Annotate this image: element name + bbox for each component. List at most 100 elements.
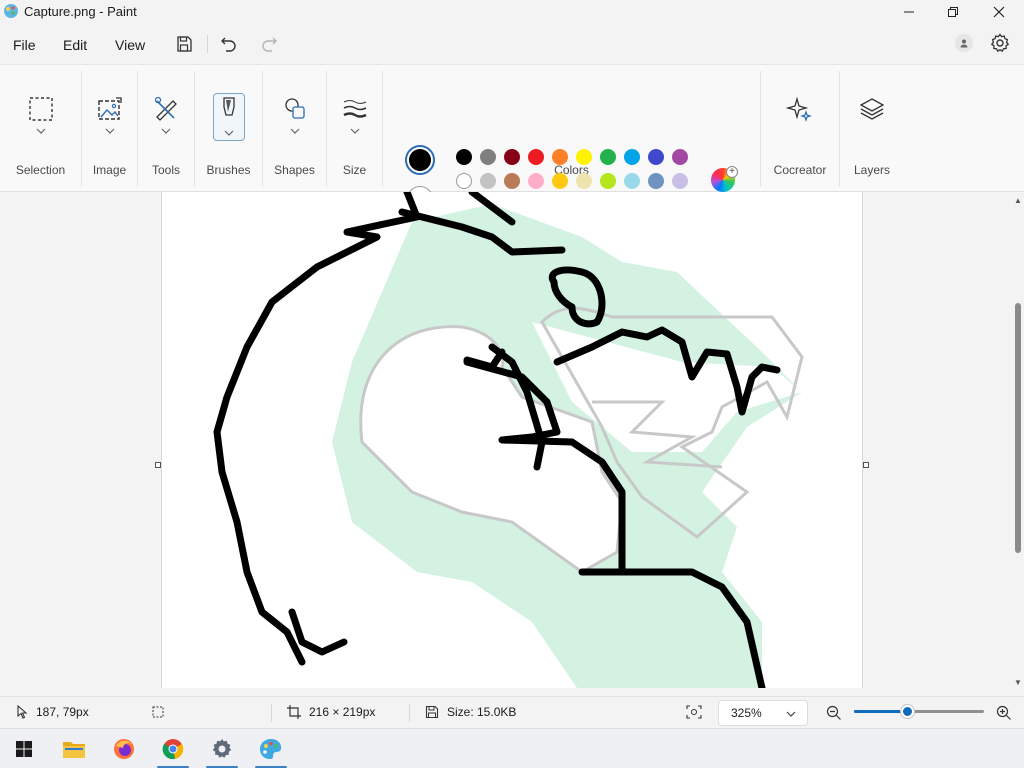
primary-color-button[interactable] — [405, 145, 435, 175]
paint-app-button[interactable] — [251, 733, 291, 768]
minimize-button[interactable] — [886, 0, 932, 24]
menu-edit[interactable]: Edit — [63, 37, 87, 53]
fit-to-window-icon — [686, 705, 702, 719]
cocreator-label: Cocreator — [773, 163, 827, 177]
color-swatch[interactable] — [504, 149, 520, 165]
cursor-position-text: 187, 79px — [36, 705, 89, 719]
status-bar: 187, 79px 216 × 219px Size: 15.0KB 325% — [0, 696, 1024, 728]
windows-logo-icon — [16, 741, 32, 757]
selection-group[interactable]: Selection — [0, 65, 81, 193]
redo-icon — [262, 37, 277, 52]
folder-icon — [63, 742, 85, 758]
menu-view[interactable]: View — [115, 37, 145, 53]
chevron-down-icon — [36, 128, 45, 134]
tools-group[interactable]: Tools — [138, 65, 194, 193]
canvas-size-icon — [287, 705, 301, 719]
cocreator-group[interactable]: Cocreator — [761, 65, 839, 193]
save-icon — [177, 36, 192, 52]
color-swatch[interactable] — [576, 149, 592, 165]
color-swatch[interactable] — [672, 149, 688, 165]
color-swatch[interactable] — [600, 173, 616, 189]
color-swatch[interactable] — [648, 149, 664, 165]
undo-icon — [221, 37, 236, 52]
file-explorer-button[interactable] — [54, 733, 94, 765]
chrome-button[interactable] — [153, 733, 193, 768]
canvas-size-text: 216 × 219px — [309, 705, 376, 719]
stroke-size-icon — [342, 100, 367, 118]
add-color-icon: + — [726, 166, 738, 178]
shapes-icon — [284, 98, 305, 119]
brush-icon — [222, 97, 235, 116]
window-title: Capture.png - Paint — [24, 4, 137, 19]
settings-app-button[interactable] — [202, 733, 242, 768]
chevron-down-icon — [161, 128, 171, 134]
selection-rectangle-icon — [28, 97, 53, 121]
color-swatch[interactable] — [624, 173, 640, 189]
zoom-slider-thumb[interactable] — [901, 705, 915, 718]
color-swatch[interactable] — [672, 173, 688, 189]
gear-icon — [212, 739, 232, 758]
chevron-down-icon — [290, 128, 299, 134]
menu-divider — [207, 35, 208, 53]
canvas-image — [213, 192, 804, 688]
paint-palette-icon — [260, 739, 282, 759]
color-swatch[interactable] — [456, 149, 472, 165]
canvas-size-status: 216 × 219px — [287, 705, 375, 719]
color-swatch[interactable] — [600, 149, 616, 165]
undo-button[interactable] — [218, 33, 240, 55]
shapes-label: Shapes — [274, 163, 315, 177]
layers-group[interactable]: Layers — [840, 65, 904, 193]
firefox-button[interactable] — [104, 733, 144, 765]
brushes-label: Brushes — [206, 163, 251, 177]
selection-size-status — [151, 705, 165, 719]
color-swatch[interactable] — [576, 173, 592, 189]
primary-color-swatch — [409, 149, 431, 171]
colors-group: Colors — [383, 65, 760, 193]
color-swatch[interactable] — [528, 173, 544, 189]
resize-handle-right[interactable] — [863, 462, 869, 468]
color-swatch[interactable] — [504, 173, 520, 189]
status-divider — [271, 704, 272, 722]
save-button[interactable] — [173, 33, 195, 55]
chevron-down-icon — [786, 711, 796, 717]
file-size-status: Size: 15.0KB — [425, 705, 516, 719]
image-group[interactable]: Image — [82, 65, 137, 193]
tools-label: Tools — [151, 163, 180, 177]
vertical-scrollbar-thumb[interactable] — [1015, 303, 1021, 553]
paint-app-icon — [4, 4, 18, 18]
close-icon — [993, 6, 1005, 18]
color-swatch[interactable] — [624, 149, 640, 165]
menu-file[interactable]: File — [13, 37, 36, 53]
color-swatch[interactable] — [552, 149, 568, 165]
brushes-group[interactable]: Brushes — [195, 65, 262, 193]
resize-handle-left[interactable] — [155, 462, 161, 468]
chevron-down-icon — [105, 128, 114, 134]
image-label: Image — [92, 163, 127, 177]
color-swatch[interactable] — [480, 149, 496, 165]
fit-to-window-button[interactable] — [686, 705, 702, 719]
color-swatch[interactable] — [648, 173, 664, 189]
menu-bar: File Edit View — [0, 24, 1024, 64]
close-button[interactable] — [976, 0, 1022, 24]
chevron-down-icon — [350, 128, 359, 134]
size-group[interactable]: Size — [327, 65, 382, 193]
colors-label: Colors — [554, 163, 589, 177]
redo-button[interactable] — [258, 33, 280, 55]
account-button[interactable] — [955, 34, 973, 52]
zoom-dropdown[interactable]: 325% — [718, 700, 808, 726]
maximize-button[interactable] — [930, 0, 976, 24]
drawing-canvas[interactable] — [161, 192, 863, 688]
settings-icon[interactable] — [990, 33, 1010, 53]
zoom-out-button[interactable] — [826, 705, 842, 721]
color-swatch[interactable] — [552, 173, 568, 189]
color-swatch[interactable] — [456, 173, 472, 189]
scroll-down-icon[interactable]: ▼ — [1013, 678, 1023, 688]
zoom-in-button[interactable] — [996, 705, 1012, 721]
shapes-group[interactable]: Shapes — [263, 65, 326, 193]
selection-size-icon — [152, 706, 164, 718]
layers-label: Layers — [853, 163, 891, 177]
color-swatch[interactable] — [480, 173, 496, 189]
start-button[interactable] — [4, 733, 44, 765]
color-swatch[interactable] — [528, 149, 544, 165]
scroll-up-icon[interactable]: ▲ — [1013, 196, 1023, 206]
